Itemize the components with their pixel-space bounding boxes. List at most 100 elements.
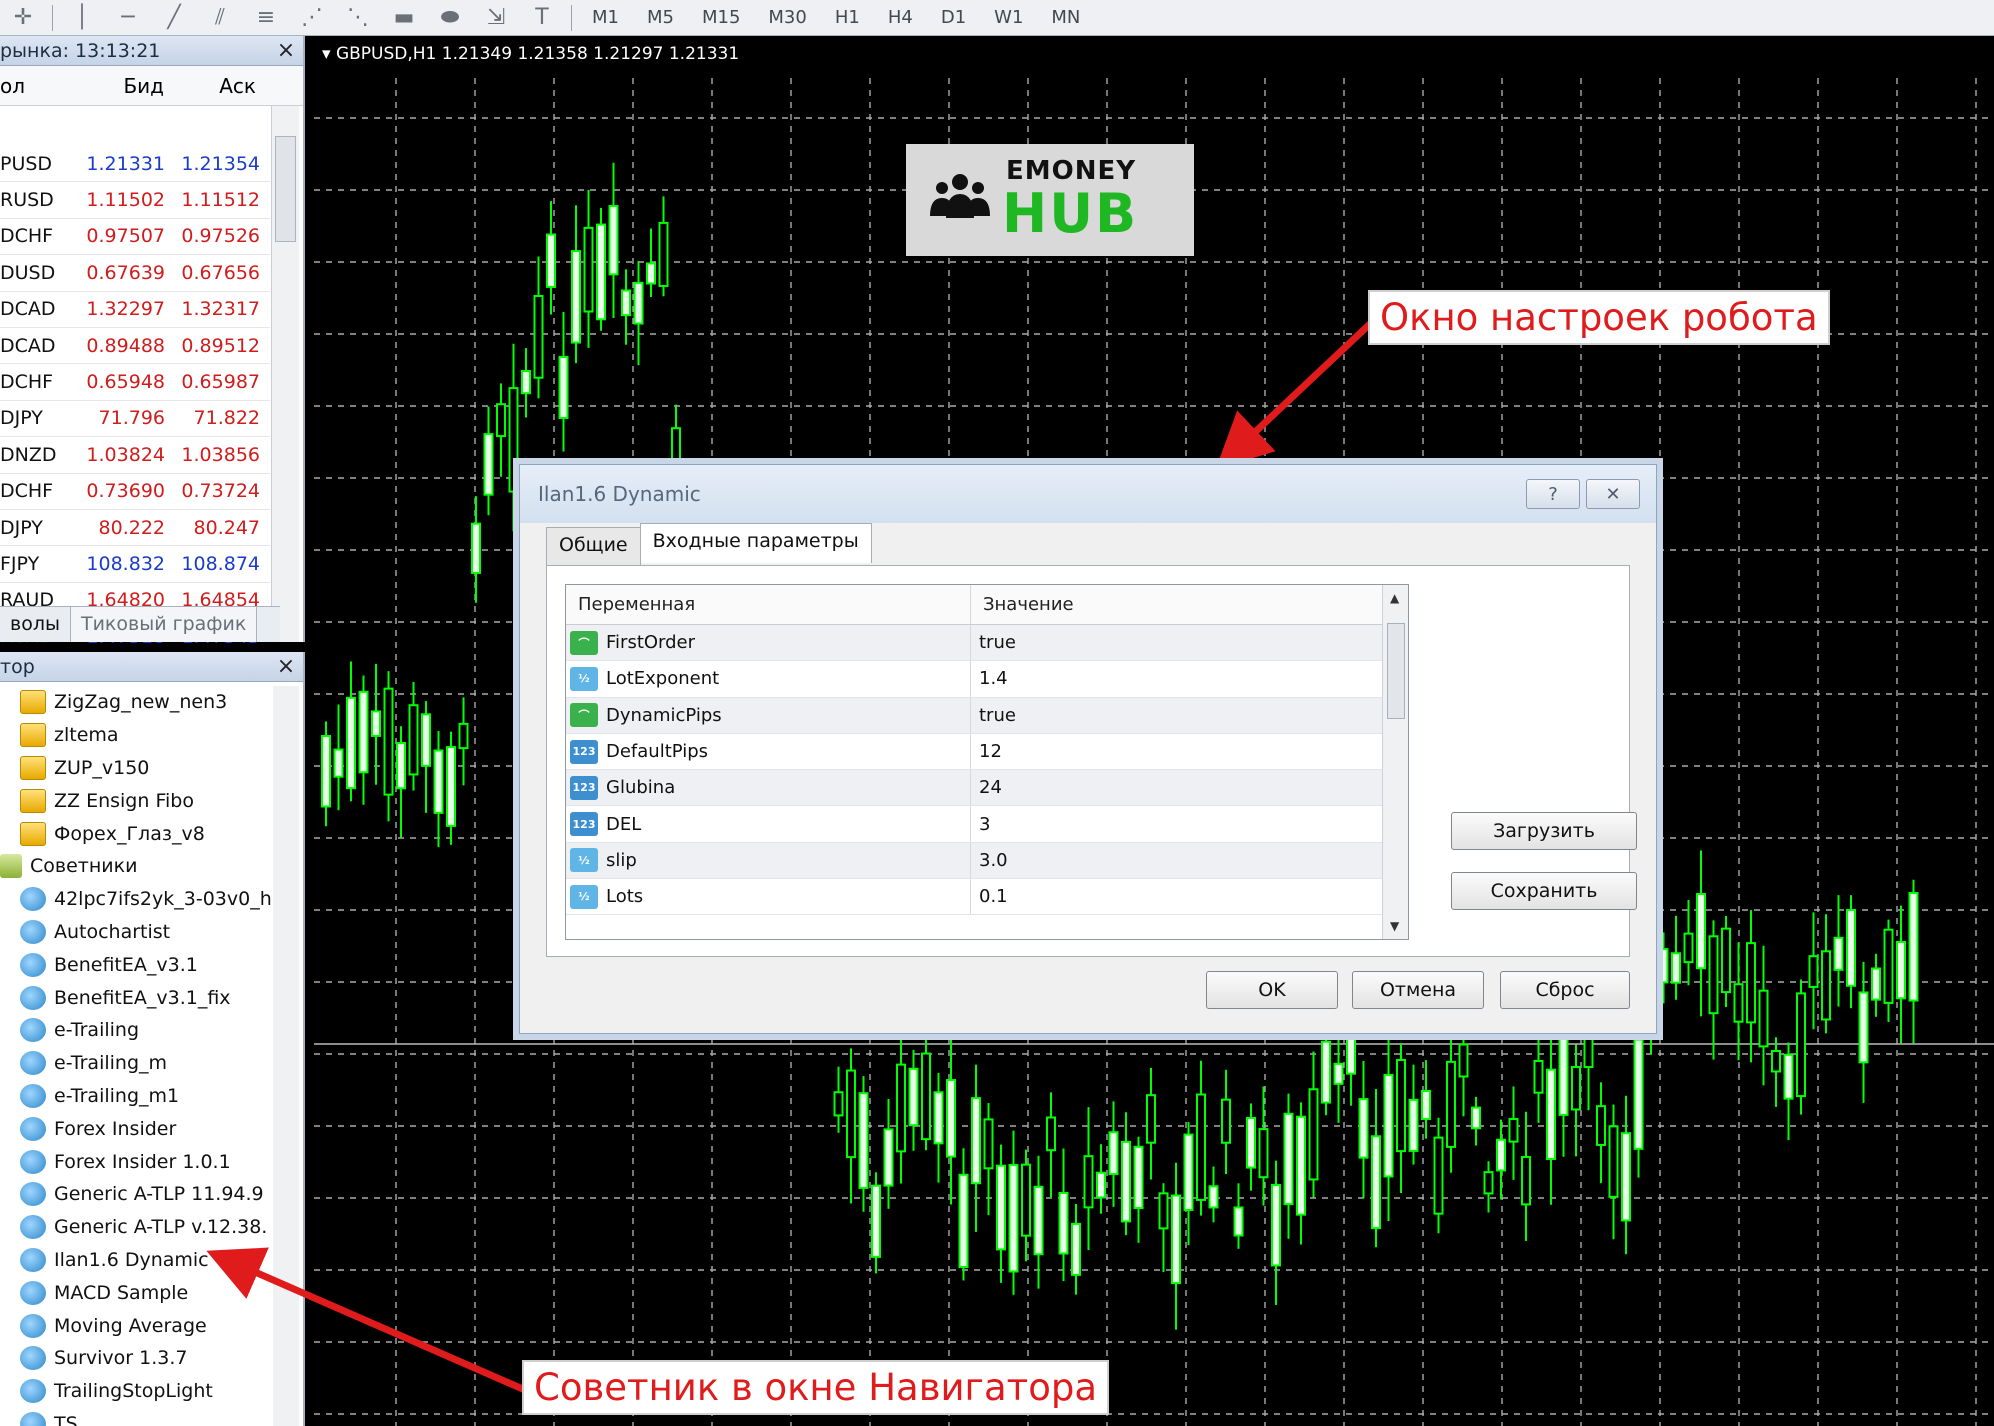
timeframe-m5[interactable]: M5 bbox=[647, 7, 674, 28]
navigator-item[interactable]: e-Trailing_m bbox=[0, 1047, 280, 1080]
navigator-item[interactable]: TrailingStopLight bbox=[0, 1375, 280, 1408]
tab-tick-chart[interactable]: Тиковый график bbox=[69, 607, 258, 642]
market-watch-row[interactable]: DCHF 0.65948 0.65987 bbox=[0, 364, 270, 401]
navigator-item[interactable]: BenefitEA_v3.1_fix bbox=[0, 981, 280, 1014]
parameter-value[interactable]: true bbox=[971, 705, 1016, 726]
navigator-item[interactable]: MACD Sample bbox=[0, 1276, 280, 1309]
column-bid[interactable]: Бид bbox=[80, 74, 172, 98]
navigator-item[interactable]: Forex Insider 1.0.1 bbox=[0, 1145, 280, 1178]
save-button[interactable]: Сохранить bbox=[1451, 872, 1637, 910]
parameter-row[interactable]: ½ slip 3.0 bbox=[566, 842, 1408, 880]
parameter-row[interactable]: 123 DefaultPips 12 bbox=[566, 733, 1408, 771]
vertical-line-icon[interactable]: │ bbox=[67, 5, 97, 31]
timeframe-mn[interactable]: MN bbox=[1051, 7, 1080, 28]
ok-button[interactable]: OK bbox=[1206, 971, 1338, 1009]
close-icon[interactable]: × bbox=[275, 654, 297, 679]
parameters-scrollbar[interactable]: ▲ ▼ bbox=[1382, 585, 1408, 939]
load-button[interactable]: Загрузить bbox=[1451, 812, 1637, 850]
market-watch-row[interactable]: DNZD 1.03824 1.03856 bbox=[0, 437, 270, 474]
market-watch-row[interactable]: DCHF 0.73690 0.73724 bbox=[0, 474, 270, 510]
navigator-item[interactable]: ZZ Ensign Fibo bbox=[0, 784, 280, 817]
arrows-icon[interactable]: ⇲ bbox=[481, 5, 511, 31]
channel-icon[interactable]: ⫽ bbox=[205, 5, 235, 31]
navigator-item[interactable]: e-Trailing bbox=[0, 1014, 280, 1047]
navigator-item[interactable]: Autochartist bbox=[0, 916, 280, 949]
navigator-item[interactable]: 42lpc7ifs2yk_3-03v0_h bbox=[0, 883, 280, 916]
timeframe-h1[interactable]: H1 bbox=[835, 7, 860, 28]
market-watch-row[interactable]: DJPY 80.222 80.247 bbox=[0, 510, 270, 547]
parameter-row[interactable]: ½ LotExponent 1.4 bbox=[566, 661, 1408, 698]
help-button[interactable]: ? bbox=[1526, 479, 1580, 509]
market-watch-row[interactable]: FJPY 108.832 108.874 bbox=[0, 546, 270, 583]
navigator-item[interactable]: Ilan1.6 Dynamic bbox=[0, 1244, 280, 1277]
market-watch-scrollbar[interactable] bbox=[271, 106, 299, 642]
navigator-item[interactable]: Survivor 1.3.7 bbox=[0, 1342, 280, 1375]
navigator-item[interactable]: BenefitEA_v3.1 bbox=[0, 948, 280, 981]
timeframe-m30[interactable]: M30 bbox=[768, 7, 806, 28]
fibo-icon[interactable]: ≡ bbox=[251, 5, 281, 31]
parameter-row[interactable]: 123 DEL 3 bbox=[566, 806, 1408, 843]
market-watch-row[interactable]: DCAD 0.89488 0.89512 bbox=[0, 328, 270, 365]
parameter-value[interactable]: 12 bbox=[971, 741, 1002, 762]
navigator-item[interactable]: Forex Insider bbox=[0, 1112, 280, 1145]
ellipse-icon[interactable]: ⬬ bbox=[435, 5, 465, 31]
parameter-value[interactable]: 1.4 bbox=[971, 668, 1008, 689]
parameter-row[interactable]: ⌒ DynamicPips true bbox=[566, 697, 1408, 734]
fan-icon[interactable]: ⋰ bbox=[297, 5, 327, 31]
emoneyhub-logo: EMONEY HUB bbox=[906, 144, 1194, 256]
text-icon[interactable]: T bbox=[527, 5, 557, 31]
scrollbar-thumb[interactable] bbox=[275, 136, 296, 242]
parameter-row[interactable]: ½ Lots 0.1 bbox=[566, 879, 1408, 916]
fibo-fan-icon[interactable]: ⋱ bbox=[343, 5, 373, 31]
navigator-item[interactable]: TS bbox=[0, 1408, 280, 1426]
navigator-scrollbar[interactable] bbox=[273, 686, 299, 1426]
parameter-value[interactable]: true bbox=[971, 632, 1016, 653]
parameter-value[interactable]: 24 bbox=[971, 777, 1002, 798]
navigator-folder[interactable]: Советники bbox=[0, 850, 280, 883]
market-watch-row[interactable]: DCAD 1.32297 1.32317 bbox=[0, 292, 270, 328]
parameter-value[interactable]: 3 bbox=[971, 814, 990, 835]
market-watch-row[interactable]: RUSD 1.11502 1.11512 bbox=[0, 182, 270, 219]
cancel-button[interactable]: Отмена bbox=[1352, 971, 1484, 1009]
navigator-item[interactable]: Форех_Глаз_v8 bbox=[0, 817, 280, 850]
navigator-item[interactable]: e-Trailing_m1 bbox=[0, 1080, 280, 1113]
tab-input-parameters[interactable]: Входные параметры bbox=[639, 523, 872, 563]
market-watch-row[interactable]: DUSD 0.67639 0.67656 bbox=[0, 255, 270, 292]
market-watch-row[interactable]: PUSD 1.21331 1.21354 bbox=[0, 146, 270, 183]
parameter-value[interactable]: 3.0 bbox=[971, 850, 1008, 871]
crosshair-icon[interactable]: ✛ bbox=[8, 5, 38, 31]
column-value[interactable]: Значение bbox=[971, 594, 1074, 615]
dialog-titlebar[interactable]: Ilan1.6 Dynamic bbox=[520, 465, 1656, 523]
market-watch-row[interactable]: DJPY 71.796 71.822 bbox=[0, 401, 270, 438]
column-variable[interactable]: Переменная bbox=[566, 585, 971, 624]
trend-line-icon[interactable]: ╱ bbox=[159, 5, 189, 31]
scroll-up-icon[interactable]: ▲ bbox=[1390, 591, 1399, 605]
market-watch-row[interactable]: DCHF 0.97507 0.97526 bbox=[0, 219, 270, 256]
scrollbar-thumb[interactable] bbox=[1387, 623, 1405, 719]
scroll-down-icon[interactable]: ▼ bbox=[1390, 919, 1399, 933]
parameter-row[interactable]: ⌒ FirstOrder true bbox=[566, 625, 1408, 662]
navigator-item[interactable]: zltema bbox=[0, 719, 280, 752]
navigator-item[interactable]: Moving Average bbox=[0, 1309, 280, 1342]
navigator-item[interactable]: Generic A-TLP v.12.38. bbox=[0, 1211, 280, 1244]
parameter-row[interactable]: 123 Glubina 24 bbox=[566, 770, 1408, 807]
tab-common[interactable]: Общие bbox=[546, 527, 641, 565]
rectangle-icon[interactable]: ▬ bbox=[389, 5, 419, 31]
expert-advisor-icon bbox=[20, 1313, 46, 1338]
timeframe-d1[interactable]: D1 bbox=[941, 7, 966, 28]
navigator-item[interactable]: ZigZag_new_nen3 bbox=[0, 686, 280, 719]
timeframe-h4[interactable]: H4 bbox=[888, 7, 913, 28]
parameter-value[interactable]: 0.1 bbox=[971, 886, 1008, 907]
navigator-item[interactable]: Generic A-TLP 11.94.9 bbox=[0, 1178, 280, 1211]
column-symbol[interactable]: ол bbox=[0, 74, 80, 98]
timeframe-m1[interactable]: M1 bbox=[592, 7, 619, 28]
close-button[interactable]: ✕ bbox=[1586, 479, 1640, 509]
column-ask[interactable]: Аск bbox=[172, 74, 264, 98]
reset-button[interactable]: Сброс bbox=[1500, 971, 1630, 1009]
timeframe-w1[interactable]: W1 bbox=[994, 7, 1023, 28]
navigator-item[interactable]: ZUP_v150 bbox=[0, 752, 280, 785]
close-icon[interactable]: × bbox=[275, 38, 297, 63]
horizontal-line-icon[interactable]: ─ bbox=[113, 5, 143, 31]
timeframe-m15[interactable]: M15 bbox=[702, 7, 740, 28]
tab-symbols[interactable]: волы bbox=[0, 607, 70, 642]
